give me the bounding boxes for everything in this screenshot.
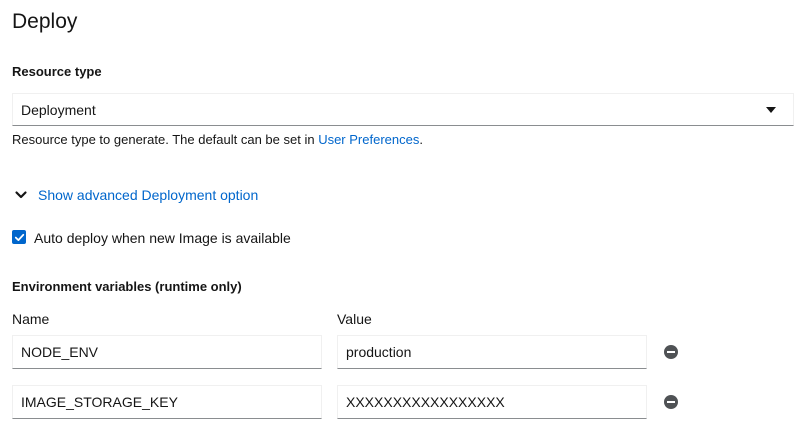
remove-env-row-button[interactable] bbox=[664, 395, 678, 409]
env-value-input[interactable]: production bbox=[337, 335, 647, 369]
user-preferences-link[interactable]: User Preferences bbox=[318, 132, 419, 147]
env-vars-section-label: Environment variables (runtime only) bbox=[12, 279, 242, 294]
resource-type-selected-value: Deployment bbox=[21, 101, 96, 118]
auto-deploy-checkbox[interactable] bbox=[12, 230, 26, 244]
advanced-options-toggle-label: Show advanced Deployment option bbox=[38, 187, 259, 203]
helper-text-suffix: . bbox=[419, 132, 423, 147]
helper-text-prefix: Resource type to generate. The default c… bbox=[12, 132, 319, 147]
caret-down-icon bbox=[766, 107, 776, 113]
env-value-column-header: Value bbox=[337, 311, 372, 327]
resource-type-helper-text: Resource type to generate. The default c… bbox=[12, 131, 423, 149]
minus-circle-icon bbox=[667, 401, 675, 403]
env-value-value: XXXXXXXXXXXXXXXXX bbox=[346, 394, 505, 410]
env-name-value: NODE_ENV bbox=[21, 344, 99, 360]
env-name-input[interactable]: IMAGE_STORAGE_KEY bbox=[12, 385, 322, 419]
env-value-value: production bbox=[346, 344, 412, 360]
resource-type-label: Resource type bbox=[12, 64, 102, 79]
env-name-input[interactable]: NODE_ENV bbox=[12, 335, 322, 369]
chevron-down-icon bbox=[15, 191, 27, 199]
advanced-options-toggle[interactable]: Show advanced Deployment option bbox=[14, 184, 258, 206]
env-name-column-header: Name bbox=[12, 311, 50, 327]
remove-env-row-button[interactable] bbox=[664, 345, 678, 359]
auto-deploy-label: Auto deploy when new Image is available bbox=[34, 230, 291, 246]
minus-circle-icon bbox=[667, 351, 675, 353]
env-value-input[interactable]: XXXXXXXXXXXXXXXXX bbox=[337, 385, 647, 419]
resource-type-select[interactable]: Deployment bbox=[12, 93, 794, 126]
checkmark-icon bbox=[14, 233, 24, 241]
env-name-value: IMAGE_STORAGE_KEY bbox=[21, 394, 178, 410]
page-title: Deploy bbox=[12, 10, 78, 33]
